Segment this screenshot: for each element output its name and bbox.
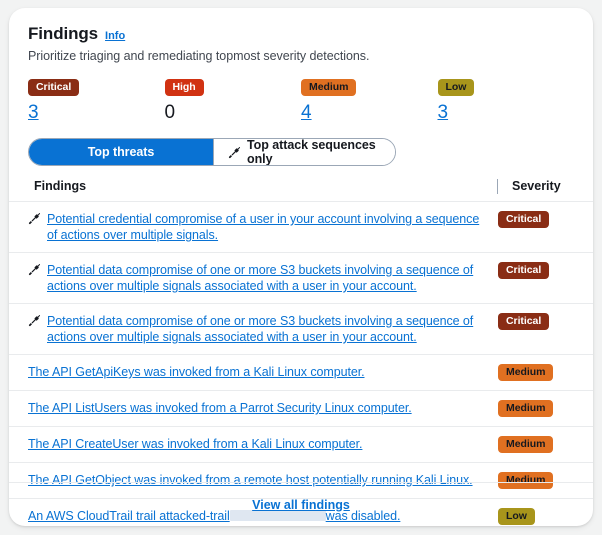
summary-cell-low: Low 3 xyxy=(437,79,575,124)
finding-link[interactable]: The API GetApiKeys was invoked from a Ka… xyxy=(28,364,365,380)
table-body: Potential credential compromise of a use… xyxy=(9,202,593,526)
tab-top-threats-label: Top threats xyxy=(87,144,155,159)
severity-cell: Critical xyxy=(498,210,574,229)
status-badge: Medium xyxy=(498,436,554,454)
page-title: Findings xyxy=(28,24,99,43)
finding-cell: The API GetApiKeys was invoked from a Ka… xyxy=(28,364,498,380)
severity-badge-high: High xyxy=(164,79,204,97)
severity-badge-critical: Critical xyxy=(28,79,80,97)
summary-cell-medium: Medium 4 xyxy=(301,79,438,124)
dart-icon xyxy=(228,146,241,159)
table-header-row: Findings Severity xyxy=(9,178,593,202)
severity-cell: Critical xyxy=(498,261,574,280)
dart-icon xyxy=(28,263,41,276)
tab-top-attack-sequences[interactable]: Top attack sequences only xyxy=(213,137,395,166)
column-header-findings: Findings xyxy=(34,179,87,194)
severity-cell: Medium xyxy=(498,400,574,418)
finding-link[interactable]: Potential credential compromise of a use… xyxy=(47,211,490,243)
dart-icon xyxy=(28,314,41,327)
finding-link[interactable]: The API CreateUser was invoked from a Ka… xyxy=(28,436,362,452)
severity-badge-medium: Medium xyxy=(301,79,357,97)
info-link[interactable]: Info xyxy=(105,30,125,42)
finding-cell: Potential data compromise of one or more… xyxy=(28,262,498,294)
table-row: The API ListUsers was invoked from a Par… xyxy=(9,391,593,428)
findings-card: Findings Info Prioritize triaging and re… xyxy=(9,8,593,526)
title-row: Findings Info xyxy=(28,24,574,44)
table-row: Potential credential compromise of a use… xyxy=(9,202,593,253)
status-badge: Critical xyxy=(498,261,550,280)
severity-count-low[interactable]: 3 xyxy=(438,102,449,124)
segmented-control: Top threats Top attack sequences only xyxy=(28,137,396,166)
view-all-findings-link[interactable]: View all findings xyxy=(252,498,350,512)
status-badge: Medium xyxy=(498,400,554,418)
severity-badge-low: Low xyxy=(437,79,475,97)
severity-count-critical[interactable]: 3 xyxy=(28,102,39,124)
column-divider xyxy=(497,178,498,194)
finding-link[interactable]: Potential data compromise of one or more… xyxy=(47,313,490,345)
severity-cell: Medium xyxy=(498,363,574,382)
table-row: Potential data compromise of one or more… xyxy=(9,253,593,304)
finding-link[interactable]: The API ListUsers was invoked from a Par… xyxy=(28,400,412,416)
finding-cell: The API CreateUser was invoked from a Ka… xyxy=(28,436,498,452)
card-header: Findings Info Prioritize triaging and re… xyxy=(9,8,593,63)
findings-table: Findings Severity Potential credential c… xyxy=(9,178,593,526)
table-row: Potential data compromise of one or more… xyxy=(9,304,593,355)
severity-summary: Critical 3 High 0 Medium 4 Low 3 xyxy=(9,63,593,124)
severity-cell: Medium xyxy=(498,436,574,454)
card-footer: View all findings xyxy=(9,482,593,526)
finding-cell: The API ListUsers was invoked from a Par… xyxy=(28,400,498,416)
severity-count-high: 0 xyxy=(164,102,176,124)
summary-cell-critical: Critical 3 xyxy=(28,79,165,124)
tab-top-attack-sequences-label: Top attack sequences only xyxy=(247,137,376,166)
status-badge: Critical xyxy=(498,210,550,229)
table-row: The API CreateUser was invoked from a Ka… xyxy=(9,427,593,464)
table-row: The API GetApiKeys was invoked from a Ka… xyxy=(9,355,593,392)
severity-cell: Critical xyxy=(498,312,574,331)
segmented-control-wrap: Top threats Top attack sequences only xyxy=(9,124,593,166)
finding-cell: Potential credential compromise of a use… xyxy=(28,211,498,243)
summary-cell-high: High 0 xyxy=(164,79,302,124)
page-background: Findings Info Prioritize triaging and re… xyxy=(0,0,602,535)
status-badge: Medium xyxy=(498,363,554,382)
column-header-severity: Severity xyxy=(512,179,561,194)
severity-count-medium[interactable]: 4 xyxy=(301,102,312,124)
dart-icon xyxy=(28,212,41,225)
tab-top-threats[interactable]: Top threats xyxy=(29,138,213,165)
status-badge: Critical xyxy=(498,312,550,331)
finding-cell: Potential data compromise of one or more… xyxy=(28,313,498,345)
finding-link[interactable]: Potential data compromise of one or more… xyxy=(47,262,490,294)
page-subtitle: Prioritize triaging and remediating topm… xyxy=(28,49,370,63)
